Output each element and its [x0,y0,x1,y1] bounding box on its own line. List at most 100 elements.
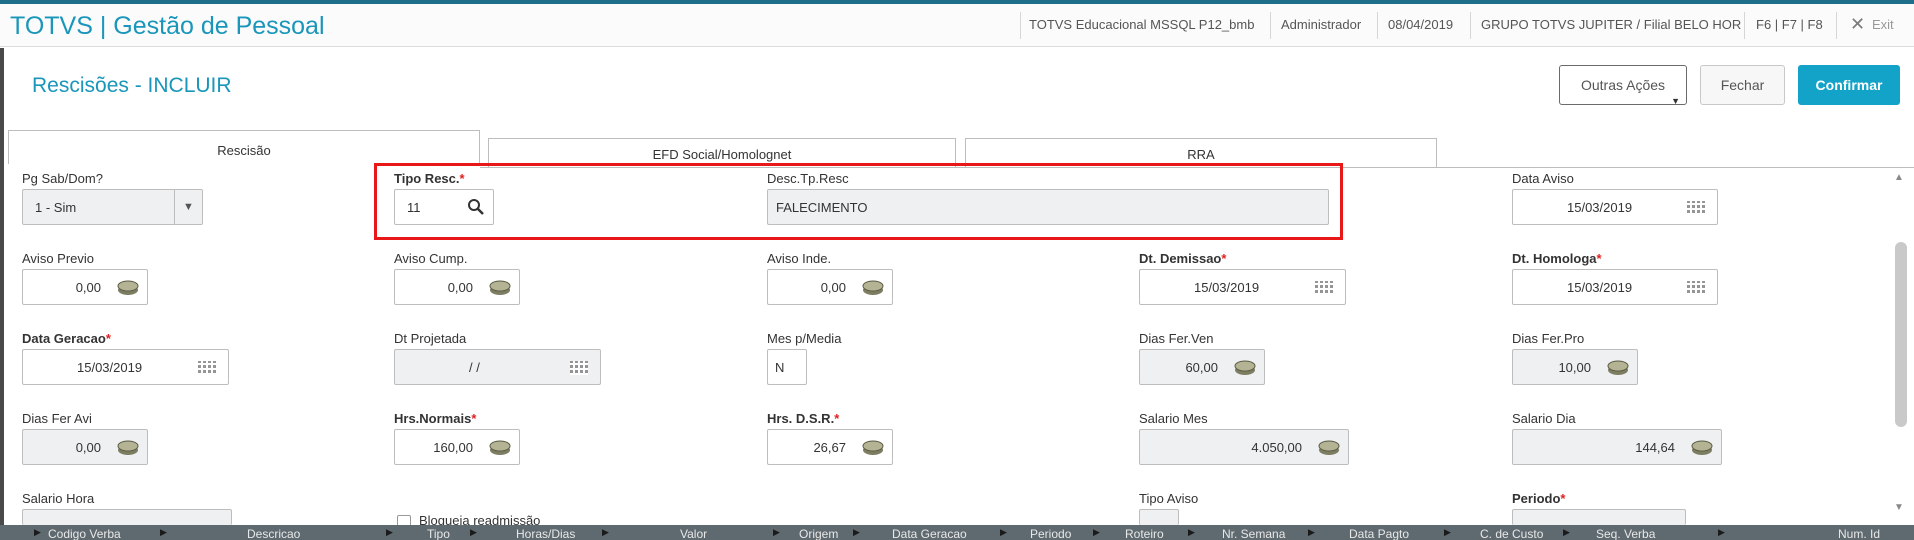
grid-column-header[interactable]: Descricao [247,527,300,540]
tipo-aviso-field[interactable] [1139,509,1179,525]
mes-p-media-input[interactable]: N [767,349,807,385]
salario-mes-field: 4.050,00 [1139,429,1349,465]
dias-fer-pro-value: 10,00 [1558,360,1591,375]
aviso-inde-label: Aviso Inde. [767,251,832,266]
header-shortcuts[interactable]: F6 | F7 | F8 [1756,17,1823,32]
header-separator [1744,12,1745,39]
dt-homologa-input[interactable]: 15/03/2019 [1512,269,1718,305]
periodo-select[interactable] [1512,509,1686,525]
calendar-icon[interactable] [1315,281,1333,295]
chevron-down-icon: ▼ [1671,96,1680,106]
column-arrow-icon: ▶ [470,527,477,537]
pg-sab-dom-value: 1 - Sim [35,200,77,215]
salario-dia-label: Salario Dia [1512,411,1576,426]
dt-demissao-label-text: Dt. Demissao [1139,251,1222,266]
grid-column-header[interactable]: Valor [680,527,707,540]
coin-icon[interactable] [862,437,884,457]
aviso-previo-input[interactable]: 0,00 [22,269,148,305]
pg-sab-dom-select[interactable]: 1 - Sim ▼ [22,189,203,225]
salario-dia-field: 144,64 [1512,429,1722,465]
close-icon[interactable]: ✕ [1850,14,1865,35]
aviso-previo-value: 0,00 [75,280,101,295]
data-aviso-input[interactable]: 15/03/2019 [1512,189,1718,225]
dias-fer-pro-field: 10,00 [1512,349,1638,385]
outras-acoes-label: Outras Ações [1580,77,1666,93]
scroll-up-icon[interactable]: ▲ [1894,172,1904,183]
coin-icon[interactable] [1234,357,1256,377]
column-arrow-icon: ▶ [386,527,393,537]
grid-column-header[interactable]: Seq. Verba [1596,527,1655,540]
header-user[interactable]: Administrador [1281,17,1361,32]
calendar-icon[interactable] [1687,281,1705,295]
hrs-dsr-value: 26,67 [813,440,846,455]
coin-icon[interactable] [862,277,884,297]
hrs-normais-input[interactable]: 160,00 [394,429,520,465]
left-edge-bar [0,48,4,540]
confirmar-button[interactable]: Confirmar [1798,65,1900,105]
scroll-down-icon[interactable]: ▼ [1894,502,1904,513]
required-mark: * [471,411,477,426]
hrs-dsr-input[interactable]: 26,67 [767,429,893,465]
required-mark: * [1221,251,1227,266]
aviso-cump-input[interactable]: 0,00 [394,269,520,305]
coin-icon[interactable] [1607,357,1629,377]
outras-acoes-button[interactable]: Outras Ações ▼ [1559,65,1687,106]
coin-icon[interactable] [489,437,511,457]
coin-icon[interactable] [1318,437,1340,457]
grid-header-bar: ▶ Codigo Verba ▶ Descricao ▶ Tipo ▶ Hora… [0,525,1914,540]
column-arrow-icon: ▶ [1093,527,1100,537]
salario-hora-field [22,509,232,525]
grid-column-header[interactable]: Data Pagto [1349,527,1409,540]
grid-column-header[interactable]: Codigo Verba [48,527,121,540]
app-title: TOTVS | Gestão de Pessoal [10,12,325,40]
mes-p-media-value: N [775,360,785,375]
header-company[interactable]: GRUPO TOTVS JUPITER / Filial BELO HOR [1481,17,1741,32]
periodo-label-text: Periodo [1512,491,1561,506]
coin-icon[interactable] [117,277,139,297]
header-environment[interactable]: TOTVS Educacional MSSQL P12_bmb [1029,17,1254,32]
hrs-normais-label-text: Hrs.Normais [394,411,472,426]
grid-column-header[interactable]: Periodo [1030,527,1071,540]
grid-column-header[interactable]: Data Geracao [892,527,967,540]
required-mark: * [105,331,111,346]
data-geracao-input[interactable]: 15/03/2019 [22,349,229,385]
aviso-cump-label: Aviso Cump. [394,251,468,266]
hrs-normais-value: 160,00 [433,440,473,455]
column-arrow-icon: ▶ [773,527,780,537]
grid-column-header[interactable]: Horas/Dias [516,527,575,540]
coin-icon[interactable] [489,277,511,297]
scrollbar-thumb[interactable] [1895,242,1907,427]
dt-demissao-value: 15/03/2019 [1194,280,1260,295]
dt-homologa-value: 15/03/2019 [1567,280,1633,295]
coin-icon[interactable] [1691,437,1713,457]
grid-column-header[interactable]: Origem [799,527,838,540]
chevron-down-icon[interactable]: ▼ [174,190,202,224]
hrs-dsr-label: Hrs. D.S.R.* [767,411,839,426]
grid-column-header[interactable]: Num. Id [1838,527,1880,540]
hrs-normais-label: Hrs.Normais* [394,411,476,426]
fechar-button[interactable]: Fechar [1700,65,1785,105]
calendar-icon [570,361,588,375]
calendar-icon[interactable] [1687,201,1705,215]
calendar-icon[interactable] [198,361,216,375]
grid-column-header[interactable]: Tipo [427,527,450,540]
dt-demissao-input[interactable]: 15/03/2019 [1139,269,1346,305]
coin-icon[interactable] [117,437,139,457]
column-arrow-icon: ▶ [160,527,167,537]
dt-projetada-field: / / [394,349,601,385]
header-separator [1836,12,1837,39]
app-header: TOTVS | Gestão de Pessoal TOTVS Educacio… [0,4,1914,47]
form-title: Rescisões - INCLUIR [32,74,232,97]
salario-mes-label: Salario Mes [1139,411,1208,426]
header-separator [1270,12,1271,39]
header-date[interactable]: 08/04/2019 [1388,17,1453,32]
column-arrow-icon: ▶ [853,527,860,537]
exit-button[interactable]: Exit [1872,17,1894,32]
grid-column-header[interactable]: C. de Custo [1480,527,1543,540]
aviso-previo-label: Aviso Previo [22,251,95,266]
grid-column-header[interactable]: Nr. Semana [1222,527,1285,540]
grid-column-header[interactable]: Roteiro [1125,527,1164,540]
periodo-label: Periodo* [1512,491,1565,506]
aviso-inde-input[interactable]: 0,00 [767,269,893,305]
tab-rescisao[interactable]: Rescisão [8,130,480,164]
